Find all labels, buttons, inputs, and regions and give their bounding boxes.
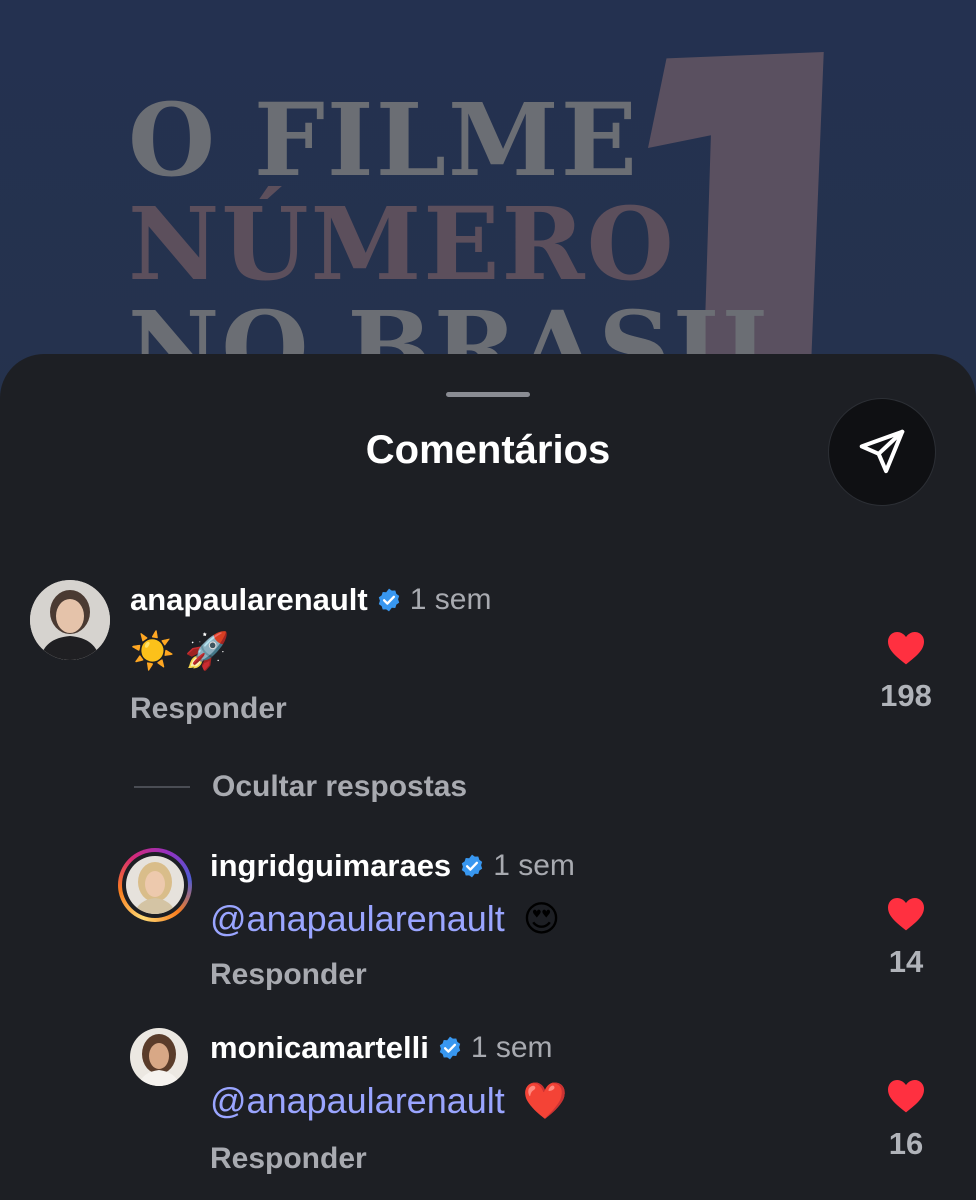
reply-button[interactable]: Responder	[210, 1142, 367, 1176]
reply-username[interactable]: monicamartelli	[210, 1030, 429, 1066]
reply-button[interactable]: Responder	[210, 958, 367, 992]
like-area: 16	[866, 1078, 946, 1162]
heart-icon[interactable]	[886, 896, 926, 932]
reply-emoji: ❤️	[522, 1080, 568, 1121]
divider	[134, 786, 190, 788]
avatar	[126, 856, 184, 914]
heart-icon[interactable]	[886, 630, 926, 666]
avatar-image	[130, 1028, 188, 1086]
like-area: 198	[866, 630, 946, 714]
reply-emoji: 😍	[522, 898, 561, 939]
avatar-image	[126, 856, 184, 914]
avatar[interactable]	[30, 580, 110, 660]
sheet-drag-handle[interactable]	[446, 392, 530, 397]
share-button[interactable]	[828, 398, 936, 506]
poster-line-2: NÚMERO	[128, 185, 676, 303]
reply-button[interactable]: Responder	[130, 692, 287, 726]
like-count: 16	[888, 1126, 924, 1161]
mention-link[interactable]: @anapaularenault	[210, 1080, 505, 1122]
hide-replies-label: Ocultar respostas	[212, 770, 468, 803]
comments-sheet: Comentários anapaularenault 1 sem ☀️ 🚀 R…	[0, 354, 976, 1200]
poster-line-1: O FILME	[128, 81, 639, 199]
comment-username[interactable]: anapaularenault	[130, 582, 368, 618]
hide-replies-button[interactable]: Ocultar respostas	[134, 770, 467, 804]
verified-badge-icon	[439, 1036, 460, 1060]
reply-time: 1 sem	[470, 1031, 553, 1064]
reply-time: 1 sem	[493, 849, 575, 882]
story-ring[interactable]	[118, 848, 192, 922]
mention-link[interactable]: @anapaularenault	[210, 898, 505, 940]
comment-text: ☀️ 🚀	[130, 630, 230, 671]
send-icon	[859, 429, 905, 474]
verified-badge-icon	[378, 588, 399, 612]
like-count: 198	[880, 678, 932, 713]
avatar-image	[30, 580, 110, 660]
avatar[interactable]	[130, 1028, 188, 1086]
heart-icon[interactable]	[886, 1078, 926, 1114]
screen: O FILME NÚMERO NO BRASIL Comentários ana…	[0, 0, 976, 1200]
like-area: 14	[866, 896, 946, 980]
reply-username[interactable]: ingridguimaraes	[210, 848, 451, 884]
verified-badge-icon	[462, 854, 483, 878]
comment-time: 1 sem	[409, 583, 492, 616]
like-count: 14	[888, 944, 924, 979]
